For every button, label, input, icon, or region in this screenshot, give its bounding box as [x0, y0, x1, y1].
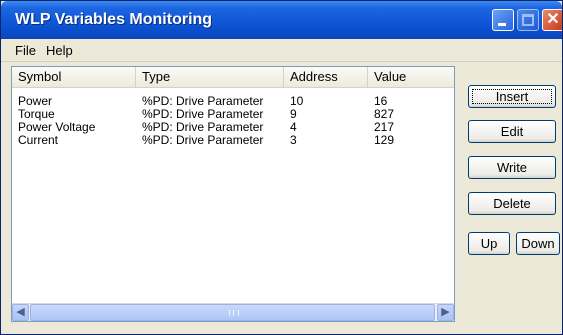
up-button[interactable]: Up — [468, 232, 510, 255]
variables-list[interactable]: Symbol Type Address Value Power %PD: Dri… — [11, 66, 455, 322]
menu-file[interactable]: File — [15, 43, 36, 58]
title-bar[interactable]: WLP Variables Monitoring ✕ — [1, 1, 562, 39]
scroll-right-button[interactable]: ▶ — [437, 304, 454, 321]
table-row[interactable]: Current %PD: Drive Parameter 3 129 — [12, 134, 454, 147]
write-button[interactable]: Write — [468, 156, 556, 179]
cell-address: 3 — [290, 133, 297, 147]
close-button[interactable]: ✕ — [542, 9, 562, 31]
edit-button[interactable]: Edit — [468, 120, 556, 143]
column-header-address[interactable]: Address — [284, 67, 368, 87]
minimize-button[interactable] — [492, 9, 514, 31]
column-header-symbol[interactable]: Symbol — [12, 67, 136, 87]
menu-help[interactable]: Help — [46, 43, 73, 58]
menu-bar: File Help — [1, 39, 562, 62]
cell-symbol: Current — [18, 133, 59, 147]
insert-button[interactable]: Insert — [468, 85, 556, 108]
maximize-icon — [522, 14, 534, 26]
minimize-icon — [498, 23, 506, 26]
chevron-left-icon: ◀ — [16, 306, 25, 318]
cell-value: 129 — [374, 133, 395, 147]
maximize-button[interactable] — [517, 9, 539, 31]
focus-rectangle — [472, 89, 552, 104]
app-window: WLP Variables Monitoring ✕ File Help Sym… — [0, 0, 563, 335]
cell-type: %PD: Drive Parameter — [142, 133, 264, 147]
delete-button[interactable]: Delete — [468, 192, 556, 215]
close-icon: ✕ — [546, 11, 560, 28]
grip-icon — [229, 310, 239, 316]
window-title: WLP Variables Monitoring — [15, 11, 213, 28]
chevron-right-icon: ▶ — [441, 306, 450, 318]
list-header: Symbol Type Address Value — [12, 67, 454, 88]
column-header-type[interactable]: Type — [136, 67, 284, 87]
column-header-value[interactable]: Value — [368, 67, 454, 87]
horizontal-scrollbar[interactable]: ◀ ▶ — [12, 303, 454, 321]
scroll-left-button[interactable]: ◀ — [12, 304, 29, 321]
down-button[interactable]: Down — [516, 232, 560, 255]
scrollbar-thumb[interactable] — [30, 304, 435, 321]
